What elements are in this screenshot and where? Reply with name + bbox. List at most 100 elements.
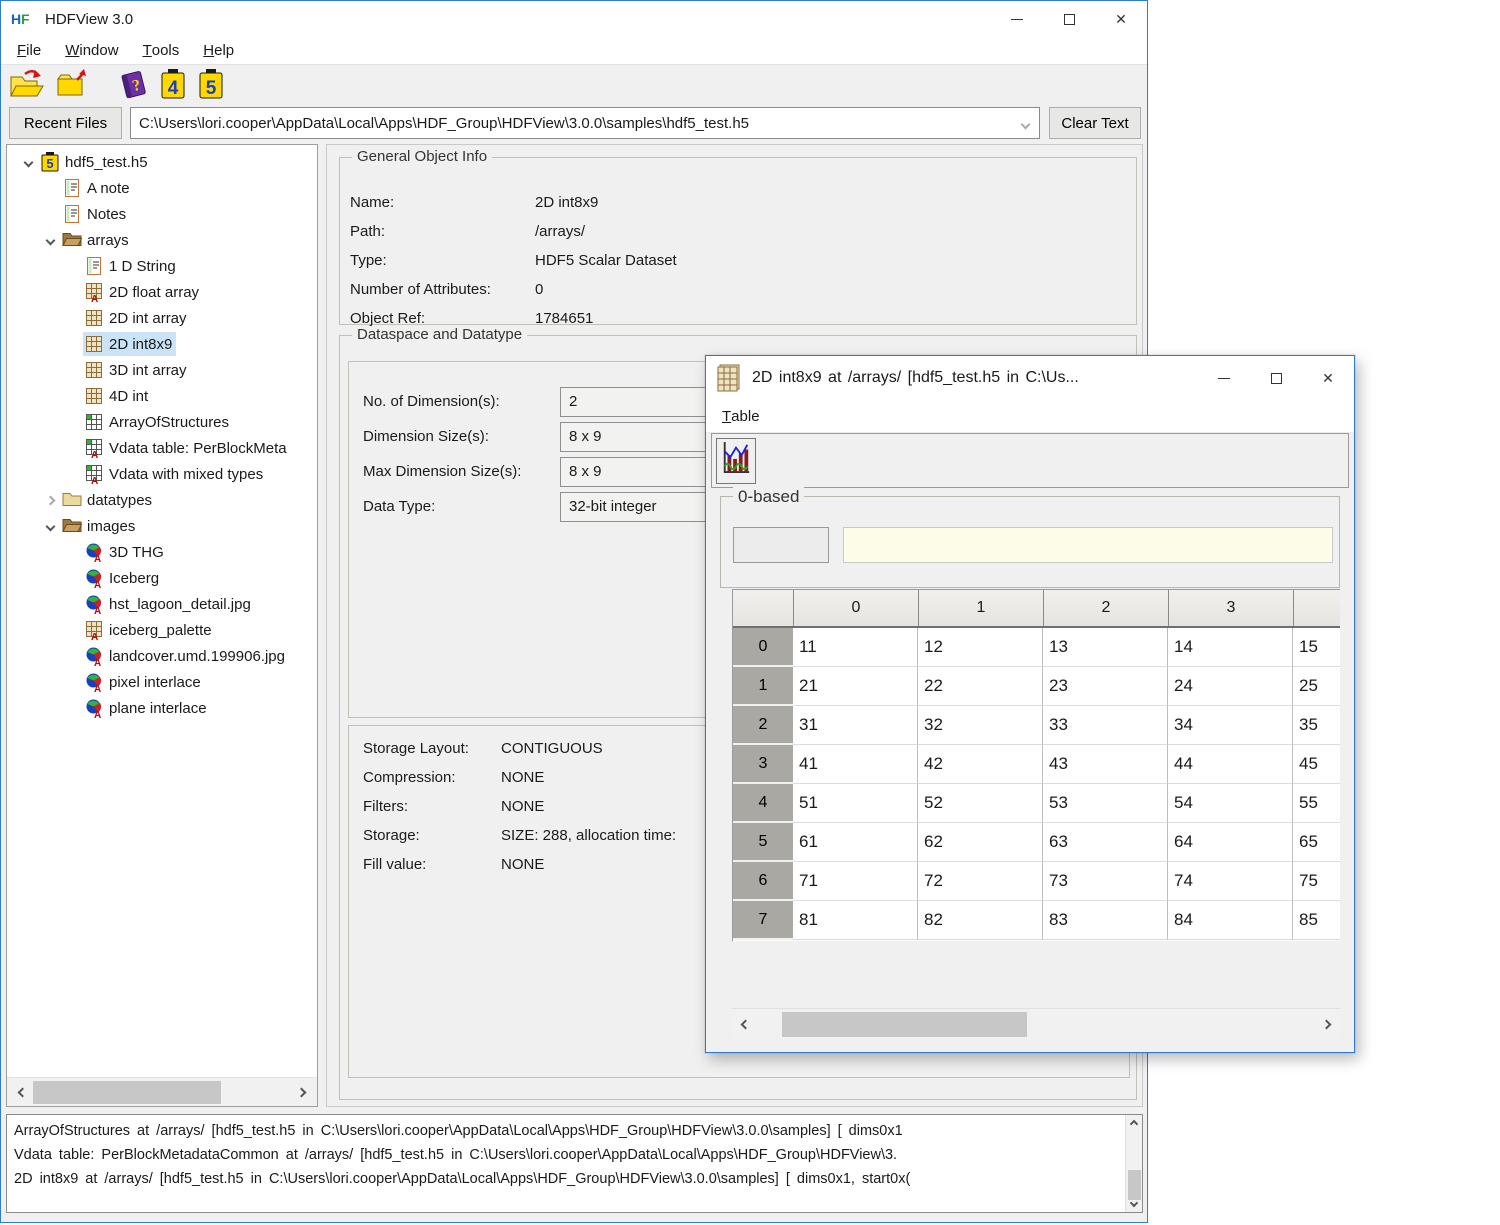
table-cell[interactable]: 11 [793,628,918,667]
open-file-icon[interactable] [9,67,45,101]
log-vertical-scrollbar[interactable] [1125,1115,1142,1212]
row-header[interactable]: 7 [733,901,793,940]
table-cell[interactable]: 45 [1293,745,1340,784]
tree-item-landcover-umd-199906-jpg[interactable]: Alandcover.umd.199906.jpg [7,643,317,669]
table-cell[interactable]: 43 [1043,745,1168,784]
table-cell[interactable]: 25 [1293,667,1340,706]
combo-dropdown-icon[interactable] [1021,120,1031,130]
grid-corner-cell[interactable] [733,590,793,626]
table-cell[interactable]: 74 [1168,862,1293,901]
table-cell[interactable]: 62 [918,823,1043,862]
minimize-button[interactable] [991,1,1043,37]
tree-item-hst-lagoon-detail-jpg[interactable]: Ahst_lagoon_detail.jpg [7,591,317,617]
cell-position-field[interactable] [733,527,829,563]
tree-item-2d-float-array[interactable]: A2D float array [7,279,317,305]
menu-help[interactable]: Help [191,37,246,64]
minimize-button[interactable] [1198,356,1250,400]
tree-item-3d-thg[interactable]: A3D THG [7,539,317,565]
table-cell[interactable]: 15 [1293,628,1340,667]
main-titlebar[interactable]: HF HDFView 3.0 ✕ [1,1,1147,37]
table-cell[interactable]: 35 [1293,706,1340,745]
tree-item-a-note[interactable]: A note [7,175,317,201]
table-cell[interactable]: 14 [1168,628,1293,667]
table-cell[interactable]: 22 [918,667,1043,706]
table-cell[interactable]: 72 [918,862,1043,901]
table-cell[interactable]: 63 [1043,823,1168,862]
scrollbar-thumb[interactable] [782,1012,1027,1037]
tree-item-arrayofstructures[interactable]: ArrayOfStructures [7,409,317,435]
scroll-up-icon[interactable] [1130,1120,1138,1128]
tree-item-4d-int[interactable]: 4D int [7,383,317,409]
help-icon[interactable]: ? [119,67,149,101]
close-button[interactable]: ✕ [1302,356,1354,400]
tree-item-iceberg[interactable]: AIceberg [7,565,317,591]
tree-collapse-icon[interactable] [39,523,61,530]
tree-horizontal-scrollbar[interactable] [7,1077,317,1106]
table-cell[interactable]: 71 [793,862,918,901]
row-header[interactable]: 1 [733,667,793,706]
tree-item-pixel-interlace[interactable]: Apixel interlace [7,669,317,695]
clear-text-button[interactable]: Clear Text [1049,107,1141,139]
table-cell[interactable]: 52 [918,784,1043,823]
tree-item-2d-int8x9[interactable]: 2D int8x9 [7,331,317,357]
table-cell[interactable]: 23 [1043,667,1168,706]
table-cell[interactable]: 65 [1293,823,1340,862]
hdf4-library-icon[interactable]: 4 [159,67,187,101]
row-header[interactable]: 4 [733,784,793,823]
column-header[interactable]: 0 [793,590,918,626]
table-cell[interactable]: 31 [793,706,918,745]
table-cell[interactable]: 85 [1293,901,1340,940]
column-header[interactable] [1293,590,1340,626]
table-cell[interactable]: 33 [1043,706,1168,745]
table-cell[interactable]: 51 [793,784,918,823]
table-cell[interactable]: 81 [793,901,918,940]
tree-item-notes[interactable]: Notes [7,201,317,227]
row-header[interactable]: 5 [733,823,793,862]
table-cell[interactable]: 12 [918,628,1043,667]
tree-expand-icon[interactable] [39,497,61,504]
table-cell[interactable]: 83 [1043,901,1168,940]
table-horizontal-scrollbar[interactable] [732,1008,1340,1039]
scrollbar-thumb[interactable] [1128,1170,1141,1200]
scrollbar-thumb[interactable] [33,1081,221,1104]
table-cell[interactable]: 84 [1168,901,1293,940]
table-cell[interactable]: 82 [918,901,1043,940]
tree-item-arrays[interactable]: arrays [7,227,317,253]
table-cell[interactable]: 53 [1043,784,1168,823]
table-window-titlebar[interactable]: 2D int8x9 at /arrays/ [hdf5_test.h5 in C… [706,356,1354,400]
table-cell[interactable]: 32 [918,706,1043,745]
scroll-right-icon[interactable] [1322,1020,1332,1030]
tree-collapse-icon[interactable] [17,159,39,166]
table-cell[interactable]: 64 [1168,823,1293,862]
menu-tools[interactable]: Tools [131,37,192,64]
row-header[interactable]: 0 [733,628,793,667]
scroll-right-icon[interactable] [297,1088,307,1098]
scroll-left-icon[interactable] [18,1088,28,1098]
maximize-button[interactable] [1043,1,1095,37]
tree-item-images[interactable]: images [7,513,317,539]
tree-item-vdata-with-mixed-types[interactable]: AVdata with mixed types [7,461,317,487]
tree-item-1-d-string[interactable]: 1 D String [7,253,317,279]
close-button[interactable]: ✕ [1095,1,1147,37]
menu-table[interactable]: Table [710,400,772,432]
table-cell[interactable]: 34 [1168,706,1293,745]
tree-item-3d-int-array[interactable]: 3D int array [7,357,317,383]
table-cell[interactable]: 13 [1043,628,1168,667]
column-header[interactable]: 2 [1043,590,1168,626]
row-header[interactable]: 6 [733,862,793,901]
table-cell[interactable]: 24 [1168,667,1293,706]
tree-item-2d-int-array[interactable]: 2D int array [7,305,317,331]
table-cell[interactable]: 42 [918,745,1043,784]
tree-item-vdata-table-perblockmeta[interactable]: AVdata table: PerBlockMeta [7,435,317,461]
close-file-icon[interactable] [55,67,87,101]
line-plot-button[interactable] [716,438,756,484]
recent-files-button[interactable]: Recent Files [9,107,122,139]
tree-collapse-icon[interactable] [39,237,61,244]
table-cell[interactable]: 54 [1168,784,1293,823]
table-cell[interactable]: 61 [793,823,918,862]
tree-item-plane-interlace[interactable]: Aplane interlace [7,695,317,721]
table-cell[interactable]: 73 [1043,862,1168,901]
table-cell[interactable]: 75 [1293,862,1340,901]
tree-item-datatypes[interactable]: datatypes [7,487,317,513]
menu-file[interactable]: File [5,37,53,64]
